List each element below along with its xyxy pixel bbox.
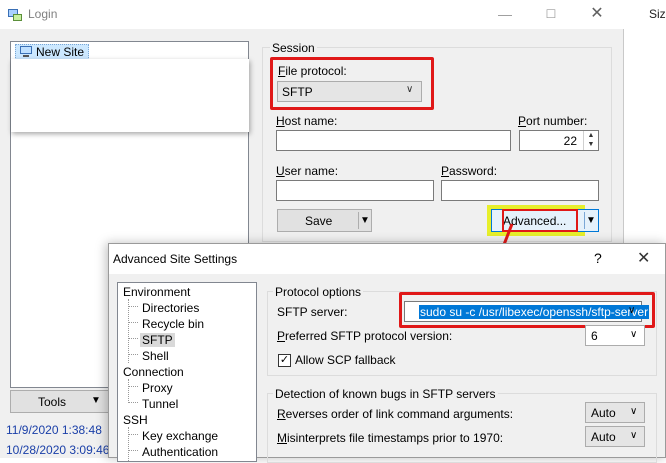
dialog-title: Advanced Site Settings	[113, 252, 238, 266]
log-line: 10/28/2020 3:09:46	[6, 443, 110, 457]
password-label: Password:	[441, 164, 498, 178]
port-number-label: Port number:	[518, 114, 588, 128]
scp-fallback-checkbox[interactable]: ✓	[278, 354, 291, 367]
help-button[interactable]: ?	[594, 250, 602, 266]
tree-item-proxy[interactable]: Proxy	[142, 381, 173, 395]
password-input[interactable]	[441, 180, 599, 201]
misinterprets-value: Auto	[591, 430, 616, 444]
reverse-order-label: Reverses order of link command arguments…	[277, 407, 514, 421]
close-button[interactable]: ✕	[574, 0, 620, 29]
port-number-input[interactable]: 22 ▲ ▼	[519, 130, 599, 151]
host-name-input[interactable]	[276, 130, 511, 151]
scp-fallback-label: Allow SCP fallback	[295, 353, 396, 367]
tree-connector	[128, 379, 129, 403]
minimize-button[interactable]: —	[482, 0, 528, 29]
tree-connector	[128, 450, 138, 451]
tree-connector	[128, 402, 138, 403]
settings-tree[interactable]: Environment Directories Recycle bin SFTP…	[117, 282, 257, 462]
advanced-site-settings-dialog: Advanced Site Settings ? ✕ Environment D…	[108, 243, 666, 463]
tree-connector	[128, 354, 138, 355]
misinterprets-select[interactable]: Auto ∨	[585, 426, 645, 447]
tree-connector	[128, 322, 138, 323]
tree-item-connection[interactable]: Connection	[123, 365, 184, 379]
computer-icon	[20, 46, 32, 57]
new-site-label: New Site	[36, 45, 85, 59]
login-titlebar: Login — ☐ ✕	[0, 0, 624, 29]
column-header-size: Siz	[649, 7, 666, 21]
tree-item-shell[interactable]: Shell	[142, 349, 169, 363]
user-name-label: User name:	[276, 164, 339, 178]
sftp-server-label: SFTP server:	[277, 305, 348, 319]
session-legend: Session	[270, 41, 317, 55]
close-button[interactable]: ✕	[637, 248, 650, 268]
dropdown-arrow-icon[interactable]: ▼	[584, 212, 597, 229]
tree-item-sftp[interactable]: SFTP	[140, 333, 175, 347]
tree-connector	[128, 306, 138, 307]
dropdown-arrow-icon[interactable]: ▼	[358, 212, 371, 229]
save-label: Save	[305, 214, 333, 228]
tree-item-environment[interactable]: Environment	[123, 285, 190, 299]
tools-label: Tools	[38, 395, 67, 409]
protocol-options-legend: Protocol options	[273, 285, 364, 299]
tree-connector	[128, 338, 138, 339]
chevron-down-icon: ∨	[630, 329, 638, 340]
tree-item-key-exchange[interactable]: Key exchange	[142, 429, 218, 443]
port-spinner[interactable]: ▲ ▼	[583, 131, 598, 150]
reverse-order-select[interactable]: Auto ∨	[585, 402, 645, 423]
bug-detection-legend: Detection of known bugs in SFTP servers	[273, 387, 498, 401]
reverse-order-value: Auto	[591, 406, 616, 420]
tree-drag-shadow	[11, 59, 249, 132]
maximize-button[interactable]: ☐	[528, 0, 574, 29]
pref-version-select[interactable]: 6 ∨	[585, 325, 645, 346]
save-button[interactable]: Save ▼	[277, 209, 372, 232]
winscp-app-icon	[8, 9, 22, 21]
tree-item-recycle-bin[interactable]: Recycle bin	[142, 317, 204, 331]
tree-item-directories[interactable]: Directories	[142, 301, 199, 315]
login-title: Login	[28, 7, 58, 21]
port-number-value: 22	[563, 134, 577, 148]
tree-connector	[128, 386, 138, 387]
tree-connector	[128, 427, 129, 461]
user-name-input[interactable]	[276, 180, 434, 201]
tree-item-authentication[interactable]: Authentication	[142, 445, 218, 459]
dialog-titlebar: Advanced Site Settings ? ✕	[109, 244, 665, 274]
misinterprets-label: Misinterprets file timestamps prior to 1…	[277, 431, 504, 445]
tree-connector	[128, 434, 138, 435]
tree-item-ssh[interactable]: SSH	[123, 413, 148, 427]
tree-item-new-site[interactable]: New Site	[15, 44, 90, 60]
host-name-label: Host name:	[276, 114, 338, 128]
annotation-highlight-box	[270, 57, 434, 110]
pref-version-value: 6	[591, 329, 598, 343]
chevron-down-icon: ∨	[630, 406, 638, 417]
pref-version-label: Preferred SFTP protocol version:	[277, 329, 453, 343]
dropdown-arrow-icon: ▼	[91, 395, 101, 406]
chevron-down-icon: ∨	[630, 430, 638, 441]
tools-button[interactable]: Tools ▼	[10, 390, 110, 413]
tree-item-tunnel[interactable]: Tunnel	[142, 397, 178, 411]
log-line: 11/9/2020 1:38:48	[6, 423, 102, 437]
annotation-highlight-box	[399, 292, 655, 328]
